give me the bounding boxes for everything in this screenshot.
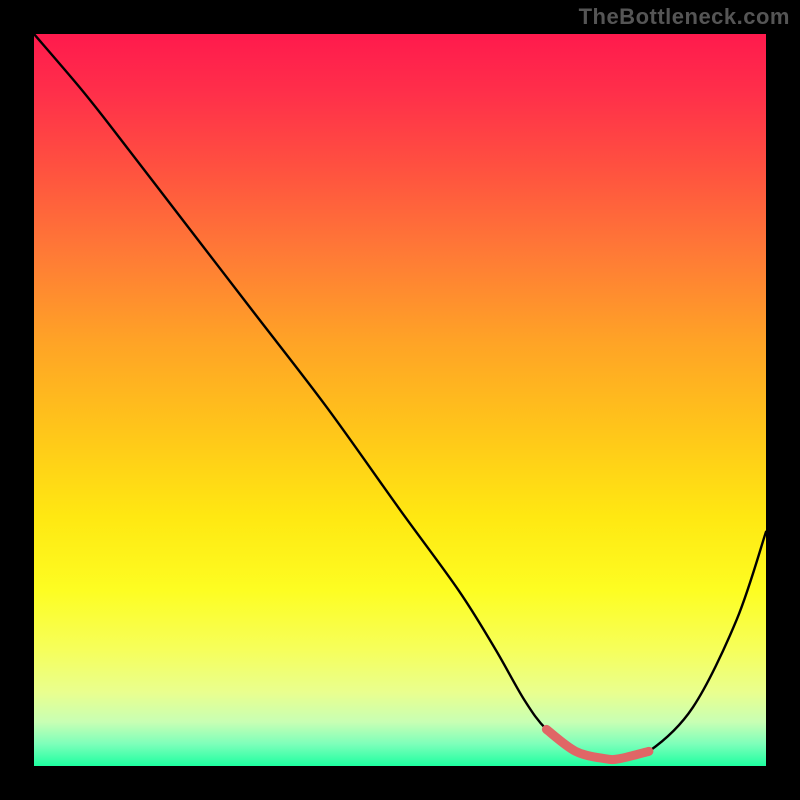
- watermark-text: TheBottleneck.com: [579, 4, 790, 30]
- highlight-segment: [546, 729, 648, 759]
- bottleneck-curve: [34, 34, 766, 760]
- chart-svg: [34, 34, 766, 766]
- chart-frame: TheBottleneck.com: [0, 0, 800, 800]
